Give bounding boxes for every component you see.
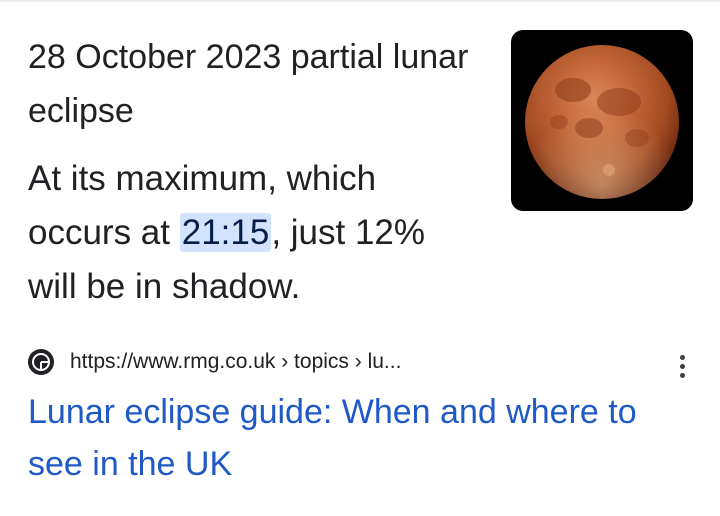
result-link-title[interactable]: Lunar eclipse guide: When and where to s…: [28, 386, 698, 490]
result-source[interactable]: https://www.rmg.co.uk › topics › lu...: [28, 345, 698, 379]
eclipse-thumbnail[interactable]: [511, 30, 693, 211]
menu-dot: [680, 364, 685, 369]
source-url[interactable]: https://www.rmg.co.uk › topics › lu...: [70, 349, 401, 375]
snippet-highlight-time: 21:15: [179, 213, 272, 252]
result-title: 28 October 2023 partial lunar eclipse: [28, 38, 469, 130]
result-snippet: At its maximum, which occurs at 21:15, j…: [28, 152, 478, 314]
more-vert-icon[interactable]: [673, 353, 693, 381]
menu-dot: [680, 355, 685, 360]
moon-image: [525, 45, 679, 199]
top-divider: [0, 0, 720, 2]
menu-dot: [680, 373, 685, 378]
rmg-favicon-icon: [28, 349, 54, 375]
